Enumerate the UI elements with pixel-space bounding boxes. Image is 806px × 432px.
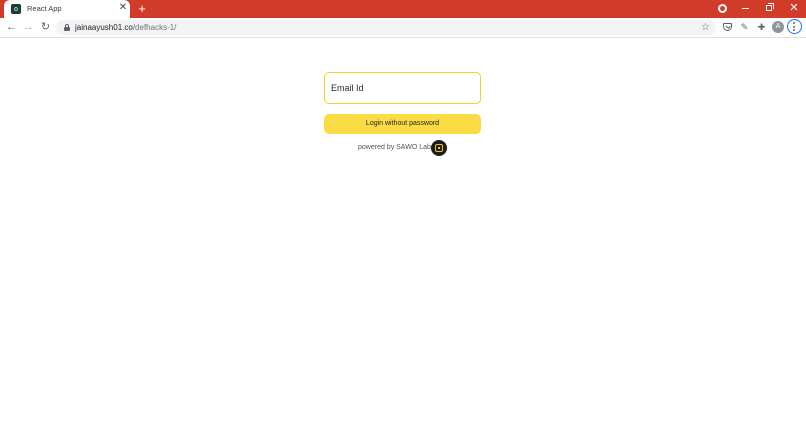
record-icon[interactable] (718, 4, 727, 13)
address-url[interactable]: jainaayush01.co/defhacks-1/ (75, 21, 176, 34)
address-bar[interactable]: jainaayush01.co/defhacks-1/ ☆ (56, 20, 716, 35)
tab-close-icon[interactable]: ✕ (118, 2, 128, 14)
powered-by-text: powered by SAWO Labs (358, 144, 435, 151)
forward-arrow-icon[interactable]: → (21, 20, 36, 35)
back-arrow-icon[interactable]: ← (4, 20, 19, 35)
url-path: /defhacks-1/ (132, 23, 177, 32)
browser-menu-icon[interactable] (787, 19, 802, 34)
browser-toolbar: ← → ↻ jainaayush01.co/defhacks-1/ ☆ ✎ ✚ … (0, 18, 806, 38)
bookmark-star-icon[interactable]: ☆ (701, 21, 710, 34)
reload-icon[interactable]: ↻ (38, 20, 53, 35)
minimize-button[interactable] (734, 0, 758, 18)
restore-icon (766, 5, 772, 11)
react-app-favicon-icon (11, 4, 21, 14)
eyedropper-icon[interactable]: ✎ (738, 21, 751, 34)
tab-strip: React App ✕ + ✕ (0, 0, 806, 18)
login-without-password-button[interactable]: Login without password (324, 114, 481, 134)
tab-title: React App (27, 4, 62, 13)
tab-react-app[interactable]: React App ✕ (4, 0, 130, 18)
minimize-icon (742, 8, 749, 9)
profile-avatar[interactable]: A (772, 21, 784, 33)
extensions-puzzle-icon[interactable]: ✚ (755, 21, 768, 34)
close-window-button[interactable]: ✕ (782, 0, 806, 18)
email-field[interactable] (324, 72, 481, 104)
page-content: Login without password powered by SAWO L… (0, 38, 806, 432)
browser-window: React App ✕ + ✕ ← → ↻ jainaayush01.co/de… (0, 0, 806, 432)
sawo-labs-logo-icon (431, 140, 447, 156)
new-tab-button[interactable]: + (136, 1, 148, 17)
lock-icon[interactable] (64, 24, 70, 31)
pocket-icon[interactable] (721, 21, 734, 34)
url-host: jainaayush01.co (75, 23, 133, 32)
restore-button[interactable] (757, 0, 781, 18)
